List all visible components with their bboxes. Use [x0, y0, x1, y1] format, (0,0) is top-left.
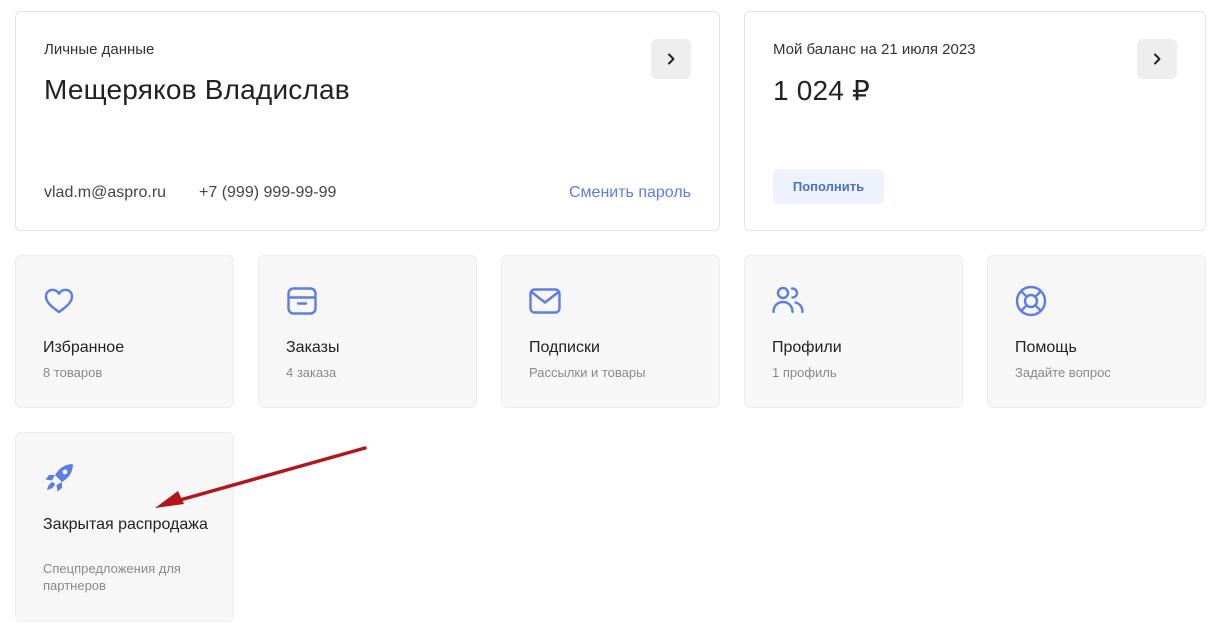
balance-card: Мой баланс на 21 июля 2023 1 024 ₽ Попол…	[744, 11, 1206, 231]
user-phone: +7 (999) 999-99-99	[199, 184, 337, 201]
tile-subscriptions[interactable]: Подписки Рассылки и товары	[501, 255, 720, 408]
user-email: vlad.m@aspro.ru	[44, 184, 167, 201]
tile-favorites[interactable]: Избранное 8 товаров	[15, 255, 234, 408]
balance-caption: Мой баланс на 21 июля 2023	[773, 41, 976, 58]
mail-icon	[529, 288, 561, 314]
topup-button[interactable]: Пополнить	[773, 169, 884, 204]
chevron-right-icon	[668, 53, 675, 65]
balance-amount: 1 024 ₽	[773, 75, 871, 106]
user-full-name: Мещеряков Владислав	[44, 74, 350, 105]
balance-open-button[interactable]	[1137, 39, 1177, 79]
change-password-link[interactable]: Сменить пароль	[569, 184, 691, 202]
users-icon	[772, 286, 804, 314]
tile-subtitle: 8 товаров	[43, 365, 103, 380]
tile-subtitle: 1 профиль	[772, 365, 837, 380]
tile-subtitle: Спецпредложения для партнеров	[43, 561, 181, 593]
annotation-arrow	[155, 446, 367, 508]
tile-title: Заказы	[286, 339, 340, 356]
tile-subtitle: 4 заказа	[286, 365, 337, 380]
heart-icon	[44, 288, 74, 314]
archive-box-icon	[287, 287, 317, 315]
tile-title: Профили	[772, 339, 842, 356]
tile-subtitle: Задайте вопрос	[1015, 365, 1111, 380]
tile-profiles[interactable]: Профили 1 профиль	[744, 255, 963, 408]
chevron-right-icon	[1154, 53, 1161, 65]
tile-help[interactable]: Помощь Задайте вопрос	[987, 255, 1206, 408]
lifebuoy-icon	[1015, 285, 1047, 317]
tile-title: Помощь	[1015, 339, 1077, 356]
tile-subtitle: Рассылки и товары	[529, 365, 646, 380]
personal-data-card: Личные данные Мещеряков Владислав vlad.m…	[15, 11, 720, 231]
personal-data-open-button[interactable]	[651, 39, 691, 79]
tile-title: Избранное	[43, 339, 125, 356]
rocket-icon	[45, 464, 73, 492]
tile-title: Подписки	[529, 339, 600, 356]
tile-orders[interactable]: Заказы 4 заказа	[258, 255, 477, 408]
personal-data-caption: Личные данные	[44, 41, 155, 58]
